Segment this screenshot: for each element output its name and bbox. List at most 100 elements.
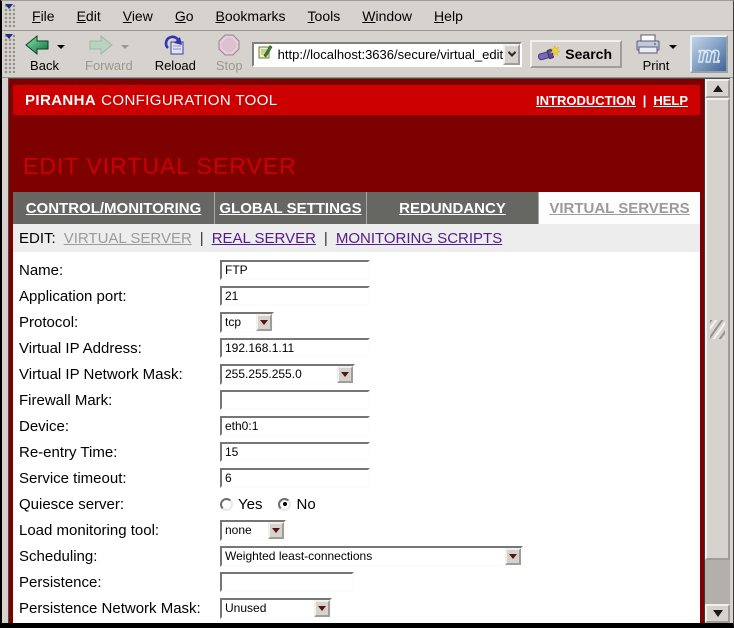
protocol-select[interactable]: tcp xyxy=(220,312,274,333)
subnav-monitoring-scripts-link[interactable]: MONITORING SCRIPTS xyxy=(336,230,502,247)
url-bar[interactable] xyxy=(252,42,523,67)
scheduling-select[interactable]: Weighted least-connections xyxy=(220,546,523,567)
url-dropdown-button[interactable] xyxy=(503,44,520,65)
form-row: Scheduling: Weighted least-connections xyxy=(19,543,700,569)
menu-window[interactable]: Window xyxy=(351,8,423,24)
virtual-server-form: Name: Application port: Protocol: tcp Vi… xyxy=(13,252,700,623)
menu-help[interactable]: Help xyxy=(423,8,474,24)
chevron-down-icon xyxy=(272,528,280,533)
print-dropdown-icon[interactable] xyxy=(669,45,677,49)
field-label: Virtual IP Network Mask: xyxy=(19,366,220,383)
persistence-input[interactable] xyxy=(220,572,354,592)
stop-button[interactable]: Stop xyxy=(213,34,246,74)
print-button[interactable]: Print xyxy=(632,34,680,74)
stop-icon xyxy=(218,34,240,61)
select-dropdown-button[interactable] xyxy=(268,522,284,539)
app-title: PIRANHACONFIGURATION TOOL xyxy=(25,92,278,109)
form-row: Persistence Network Mask: Unused xyxy=(19,595,700,621)
back-history-dropdown-icon[interactable] xyxy=(57,45,65,49)
device-input[interactable] xyxy=(220,416,370,436)
chevron-down-icon xyxy=(341,372,349,377)
toolbar-grippy[interactable] xyxy=(4,3,15,28)
scrollbar-thumb[interactable] xyxy=(705,98,730,560)
form-row: Firewall Mark: xyxy=(19,387,700,413)
tab-control-monitoring[interactable]: CONTROL/MONITORING xyxy=(13,192,215,224)
field-label: Re-entry Time: xyxy=(19,444,220,461)
form-row: Service timeout: xyxy=(19,465,700,491)
select-dropdown-button[interactable] xyxy=(337,366,353,383)
application-port-input[interactable] xyxy=(220,286,370,306)
url-input[interactable] xyxy=(273,47,504,62)
select-dropdown-button[interactable] xyxy=(256,314,272,331)
tab-redundancy[interactable]: REDUNDANCY xyxy=(367,192,539,224)
form-row: Quiesce server: Yes No xyxy=(19,491,700,517)
menu-file[interactable]: File xyxy=(21,8,66,24)
field-label: Name: xyxy=(19,262,220,279)
scrollbar-track[interactable] xyxy=(705,560,730,604)
form-row: Device: xyxy=(19,413,700,439)
field-label: Protocol: xyxy=(19,314,220,331)
app-header-bar: PIRANHACONFIGURATION TOOL INTRODUCTION |… xyxy=(13,85,700,115)
browser-viewport: PIRANHACONFIGURATION TOOL INTRODUCTION |… xyxy=(8,78,730,623)
virtual-ip-address-input[interactable] xyxy=(220,338,370,358)
tab-global-settings[interactable]: GLOBAL SETTINGS xyxy=(215,192,367,224)
tab-virtual-servers[interactable]: VIRTUAL SERVERS xyxy=(539,192,700,224)
select-dropdown-button[interactable] xyxy=(505,548,521,565)
form-row: Persistence: xyxy=(19,569,700,595)
select-value: 255.255.255.0 xyxy=(225,367,302,381)
scroll-down-button[interactable] xyxy=(705,604,730,623)
field-label: Virtual IP Address: xyxy=(19,340,220,357)
form-row: Name: xyxy=(19,257,700,283)
radio-label: No xyxy=(296,496,315,513)
field-label: Firewall Mark: xyxy=(19,392,220,409)
search-button[interactable]: Search xyxy=(530,40,622,68)
page-title: EDIT VIRTUAL SERVER xyxy=(23,153,700,180)
toolbar-grippy[interactable] xyxy=(4,33,15,75)
quiesce-yes-radio[interactable] xyxy=(220,498,233,511)
menu-bookmarks[interactable]: Bookmarks xyxy=(205,8,297,24)
menu-tools[interactable]: Tools xyxy=(297,8,352,24)
page-content: PIRANHACONFIGURATION TOOL INTRODUCTION |… xyxy=(9,79,704,623)
form-row: Virtual IP Network Mask: 255.255.255.0 xyxy=(19,361,700,387)
mozilla-logo[interactable]: m xyxy=(690,35,728,73)
triangle-down-icon xyxy=(713,610,723,617)
vertical-scrollbar[interactable] xyxy=(704,79,730,623)
menu-go[interactable]: Go xyxy=(164,8,205,24)
load-monitoring-select[interactable]: none xyxy=(220,520,286,541)
service-timeout-input[interactable] xyxy=(220,468,370,488)
reentry-time-input[interactable] xyxy=(220,442,370,462)
scroll-up-button[interactable] xyxy=(705,79,730,98)
quiesce-no-radio[interactable] xyxy=(278,498,291,511)
radio-label: Yes xyxy=(238,496,262,513)
form-row: Load monitoring tool: none xyxy=(19,517,700,543)
help-link[interactable]: HELP xyxy=(653,93,688,108)
name-input[interactable] xyxy=(220,260,370,280)
subnav-virtual-server-link[interactable]: VIRTUAL SERVER xyxy=(64,230,192,247)
chevron-down-icon xyxy=(509,554,517,559)
header-link-divider: | xyxy=(643,93,647,108)
chevron-down-icon xyxy=(508,48,516,56)
field-label: Quiesce server: xyxy=(19,496,220,513)
field-label: Persistence Network Mask: xyxy=(19,600,220,617)
quiesce-server-radio-group: Yes No xyxy=(220,496,332,513)
tab-bar: CONTROL/MONITORING GLOBAL SETTINGS REDUN… xyxy=(13,192,700,224)
subnav-prefix: EDIT: xyxy=(19,230,56,247)
navigation-toolbar: Back Forward xyxy=(2,31,733,78)
bookmark-page-icon[interactable] xyxy=(258,44,273,64)
persistence-netmask-select[interactable]: Unused xyxy=(220,598,332,619)
field-label: Service timeout: xyxy=(19,470,220,487)
select-dropdown-button[interactable] xyxy=(314,600,330,617)
select-value: none xyxy=(225,523,252,537)
introduction-link[interactable]: INTRODUCTION xyxy=(536,93,636,108)
form-row: Virtual IP Address: xyxy=(19,335,700,361)
firewall-mark-input[interactable] xyxy=(220,390,370,410)
scrollbar-grip-icon xyxy=(710,320,725,339)
virtual-ip-netmask-select[interactable]: 255.255.255.0 xyxy=(220,364,355,385)
back-button[interactable]: Back xyxy=(21,34,68,74)
menu-view[interactable]: View xyxy=(112,8,164,24)
subnav-real-server-link[interactable]: REAL SERVER xyxy=(212,230,316,247)
menu-edit[interactable]: Edit xyxy=(66,8,112,24)
reload-button[interactable]: Reload xyxy=(152,34,199,74)
forward-button[interactable]: Forward xyxy=(82,34,136,74)
edit-subnav: EDIT: VIRTUAL SERVER | REAL SERVER | MON… xyxy=(13,224,700,252)
